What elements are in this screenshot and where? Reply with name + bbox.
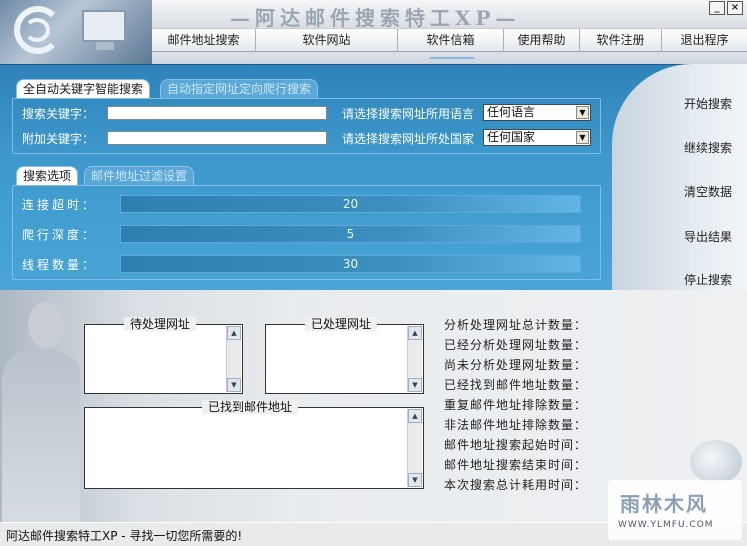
title-bar: —阿达邮件搜索特工XP— _ ×	[152, 0, 747, 30]
stat-found-emails: 已经找到邮件地址数量：	[444, 378, 588, 392]
stat-invalid-emails: 非法邮件地址排除数量：	[444, 418, 588, 432]
tab-email-filter[interactable]: 邮件地址过滤设置	[84, 166, 195, 186]
tab-search-options[interactable]: 搜索选项	[16, 166, 79, 186]
pending-urls-list[interactable]: ▲ ▼	[84, 324, 243, 394]
menu-register[interactable]: 软件注册	[580, 29, 662, 52]
window-title: —阿达邮件搜索特工XP—	[230, 6, 521, 30]
extra-keyword-input[interactable]	[107, 131, 327, 145]
extra-keyword-label: 附加关键字：	[22, 132, 95, 146]
person-head	[28, 302, 64, 348]
status-text: 阿达邮件搜索特工XP - 寻找一切您所需要的!	[6, 529, 243, 543]
depth-slider[interactable]: 5	[120, 225, 581, 243]
tab-directed-url-crawl[interactable]: 自动指定网址定向爬行搜索	[160, 79, 319, 99]
processed-urls-title: 已处理网址	[305, 317, 378, 331]
scroll-up-icon[interactable]: ▲	[408, 326, 422, 340]
tab-auto-keyword-search[interactable]: 全自动关键字智能搜索	[16, 79, 151, 99]
scroll-up-icon[interactable]: ▲	[227, 326, 241, 340]
threads-slider[interactable]: 30	[120, 255, 581, 273]
pending-scrollbar[interactable]: ▲ ▼	[226, 326, 241, 392]
menu-active-indicator	[430, 56, 474, 59]
watermark-logo: 雨林木风 WWW.YLMFU.COM	[608, 480, 742, 540]
menu-email-search[interactable]: 邮件地址搜索	[152, 29, 256, 52]
depth-label: 爬行深度：	[22, 228, 98, 242]
app-logo	[0, 0, 152, 64]
menu-help[interactable]: 使用帮助	[504, 29, 580, 52]
export-results-button[interactable]: 导出结果	[670, 227, 746, 247]
person-body	[2, 350, 80, 522]
watermark-title: 雨林木风	[620, 492, 708, 516]
start-search-button[interactable]: 开始搜索	[670, 94, 746, 114]
pending-urls-title: 待处理网址	[124, 317, 197, 331]
timeout-label: 连接超时：	[22, 198, 98, 212]
processed-urls-list[interactable]: ▲ ▼	[265, 324, 424, 394]
menu-software-site[interactable]: 软件网站	[256, 29, 398, 52]
minimize-button[interactable]: _	[709, 1, 725, 15]
threads-label: 线程数量：	[22, 258, 98, 272]
processed-scrollbar[interactable]: ▲ ▼	[407, 326, 422, 392]
window-controls: _ ×	[709, 1, 743, 15]
found-emails-title: 已找到邮件地址	[202, 400, 299, 414]
language-label: 请选择搜索网址所用语言	[342, 107, 475, 121]
scroll-down-icon[interactable]: ▼	[408, 378, 422, 392]
globe-decoration-icon	[690, 440, 742, 484]
stat-elapsed-time: 本次搜索总计耗用时间：	[444, 478, 588, 492]
stat-start-time: 邮件地址搜索起始时间：	[444, 438, 588, 452]
stat-unanalyzed-urls: 尚未分析处理网址数量：	[444, 358, 588, 372]
watermark-url: WWW.YLMFU.COM	[618, 520, 714, 530]
stat-end-time: 邮件地址搜索结束时间：	[444, 458, 588, 472]
menu-bar: 邮件地址搜索 软件网站 软件信箱 使用帮助 软件注册 退出程序	[152, 28, 747, 52]
stop-search-button[interactable]: 停止搜索	[670, 270, 746, 290]
logo-swirl-icon	[24, 18, 50, 42]
country-select-value: 任何国家	[487, 130, 536, 144]
found-emails-list[interactable]: ▲ ▼	[84, 407, 424, 489]
menu-exit[interactable]: 退出程序	[662, 29, 747, 52]
stat-analyzed-urls: 已经分析处理网址数量：	[444, 338, 588, 352]
scroll-down-icon[interactable]: ▼	[408, 473, 422, 487]
language-select-value: 任何语言	[487, 105, 536, 119]
close-button[interactable]: ×	[727, 1, 743, 15]
stat-duplicate-emails: 重复邮件地址排除数量：	[444, 398, 588, 412]
keyword-label: 搜索关键字：	[22, 107, 95, 121]
app-window: —阿达邮件搜索特工XP— _ × 邮件地址搜索 软件网站 软件信箱 使用帮助 软…	[0, 0, 747, 546]
clear-data-button[interactable]: 清空数据	[670, 182, 746, 202]
chevron-down-icon[interactable]: ▼	[576, 131, 589, 144]
chevron-down-icon[interactable]: ▼	[576, 106, 589, 119]
country-select[interactable]: 任何国家 ▼	[483, 129, 591, 146]
keyword-input[interactable]	[107, 106, 327, 120]
person-illustration	[0, 290, 80, 522]
monitor-icon	[82, 10, 126, 42]
scroll-down-icon[interactable]: ▼	[227, 378, 241, 392]
language-select[interactable]: 任何语言 ▼	[483, 104, 591, 121]
menu-software-mailbox[interactable]: 软件信箱	[398, 29, 504, 52]
continue-search-button[interactable]: 继续搜索	[670, 138, 746, 158]
timeout-slider[interactable]: 20	[120, 195, 581, 213]
scroll-up-icon[interactable]: ▲	[408, 409, 422, 423]
found-scrollbar[interactable]: ▲ ▼	[407, 409, 422, 487]
country-label: 请选择搜索网址所处国家	[342, 132, 475, 146]
monitor-stand-icon	[96, 42, 114, 50]
stat-total-urls: 分析处理网址总计数量：	[444, 318, 588, 332]
